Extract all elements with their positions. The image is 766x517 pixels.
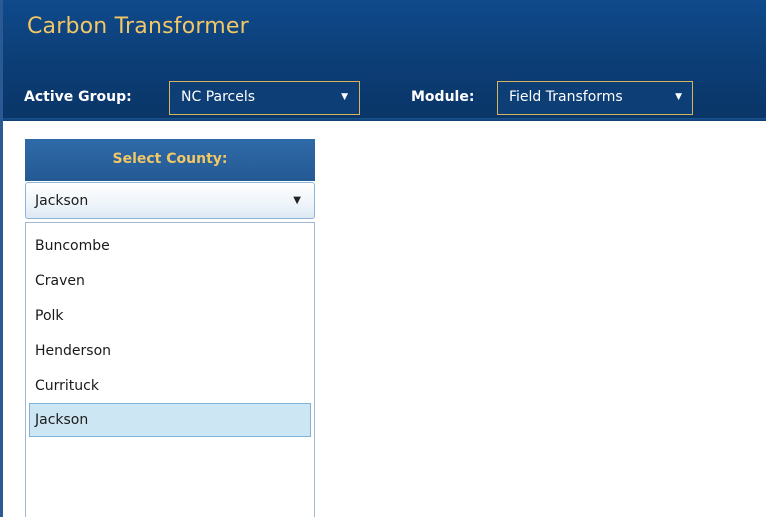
list-item-buncombe[interactable]: Buncombe bbox=[29, 229, 311, 263]
module-value: Field Transforms bbox=[509, 89, 623, 105]
list-item-currituck[interactable]: Currituck bbox=[29, 369, 311, 403]
list-item-label: Henderson bbox=[35, 343, 112, 359]
chevron-down-icon: ▼ bbox=[675, 92, 682, 102]
select-county-header: Select County: bbox=[25, 139, 315, 181]
chevron-down-icon: ▼ bbox=[341, 92, 348, 102]
list-item-label: Polk bbox=[35, 308, 64, 324]
header-divider bbox=[3, 118, 766, 121]
list-item-label: Buncombe bbox=[35, 238, 110, 254]
active-group-select[interactable]: NC Parcels ▼ bbox=[169, 81, 360, 115]
active-group-value: NC Parcels bbox=[181, 89, 256, 105]
list-item-jackson-selected[interactable]: Jackson bbox=[29, 403, 311, 437]
list-item-henderson[interactable]: Henderson bbox=[29, 334, 311, 368]
county-combobox-value: Jackson bbox=[35, 193, 89, 209]
module-select[interactable]: Field Transforms ▼ bbox=[497, 81, 693, 115]
list-item-polk[interactable]: Polk bbox=[29, 299, 311, 333]
module-label: Module: bbox=[411, 89, 475, 105]
list-item-label: Jackson bbox=[35, 412, 89, 428]
select-county-title: Select County: bbox=[112, 151, 228, 167]
active-group-label: Active Group: bbox=[24, 89, 132, 105]
app-title: Carbon Transformer bbox=[27, 14, 249, 39]
list-item-label: Craven bbox=[35, 273, 85, 289]
list-item-label: Currituck bbox=[35, 378, 99, 394]
county-combobox[interactable]: Jackson ▼ bbox=[25, 182, 315, 219]
list-item-craven[interactable]: Craven bbox=[29, 264, 311, 298]
chevron-down-icon: ▼ bbox=[293, 195, 301, 206]
county-dropdown-list[interactable]: Buncombe Craven Polk Henderson Currituck… bbox=[25, 222, 315, 517]
